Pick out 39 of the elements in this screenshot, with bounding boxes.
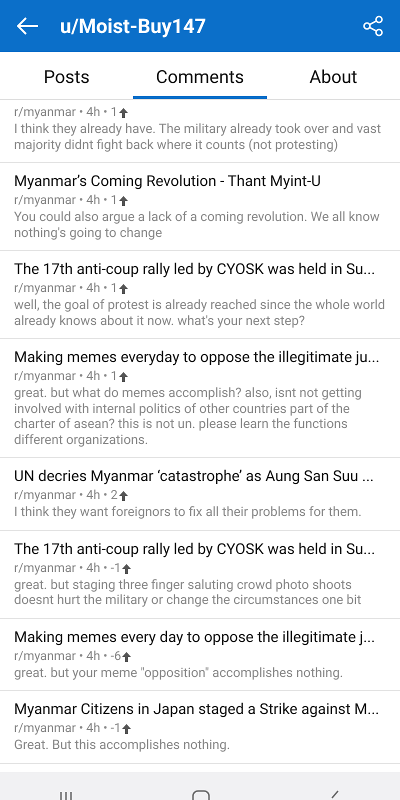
tab[interactable]: Posts bbox=[0, 52, 134, 99]
comment-body: You could also argue a lack of a coming revolution. We all know nothing's going to change bbox=[14, 210, 381, 241]
upvote-icon bbox=[118, 108, 128, 118]
comment-meta: r/myanmar • 4h • 1 bbox=[14, 192, 118, 210]
back-nav-icon[interactable] bbox=[328, 790, 341, 800]
home-icon[interactable] bbox=[192, 790, 210, 800]
post-title[interactable]: Myanmar’s Coming Revolution - Thant Myint-U bbox=[14, 171, 386, 192]
comment-meta: r/myanmar • 4h • -6 bbox=[14, 648, 122, 666]
upvote-icon bbox=[118, 372, 128, 382]
comment-body: great. but staging three finger saluting crowd photo shoots doesnt hurt the military or change the circumstances one bit bbox=[14, 578, 362, 608]
comment-meta: r/myanmar • 4h • 2 bbox=[14, 487, 118, 505]
upvote-icon bbox=[118, 284, 128, 294]
comment-meta: r/myanmar • 4h • -1 bbox=[14, 560, 122, 578]
share-icon[interactable] bbox=[362, 15, 384, 37]
comment-body: well, the goal of protest is already reached since the whole world already knows about it now. what's your next step? bbox=[14, 298, 386, 329]
post-title[interactable]: Making memes every day to oppose the illegitimate j... bbox=[14, 626, 386, 648]
post-title[interactable]: UN decries Myanmar ‘catastrophe’ as Aung San Suu ... bbox=[14, 466, 386, 487]
tab[interactable]: About bbox=[266, 52, 400, 99]
upvote-icon bbox=[122, 564, 132, 574]
comment-body: I think they already have. The military already took over and vast majority didnt fight back where it counts (not protesting) bbox=[14, 122, 382, 153]
tab[interactable]: Comments bbox=[133, 52, 267, 99]
username-title: u/Moist-Buy147 bbox=[60, 13, 208, 40]
comment-meta: r/myanmar • 4h • 1 bbox=[14, 368, 118, 386]
post-title[interactable]: Making memes everyday to oppose the illegitimate ju... bbox=[14, 347, 386, 368]
upvote-icon bbox=[122, 724, 132, 734]
post-title[interactable]: The 17th anti-coup rally led by CYOSK was held in Su... bbox=[14, 538, 386, 560]
recent-apps-icon[interactable] bbox=[59, 790, 74, 800]
comment-meta: r/myanmar • 4h • 1 bbox=[14, 280, 118, 298]
comment-meta: r/myanmar • 4h • -1 bbox=[14, 720, 122, 738]
comment-body: great. but your meme "opposition" accomplishes nothing. bbox=[14, 666, 344, 681]
upvote-icon bbox=[118, 196, 128, 206]
post-title[interactable]: Myanmar Citizens in Japan staged a Strike against M... bbox=[14, 699, 386, 720]
post-title[interactable]: The 17th anti-coup rally led by CYOSK was held in Su... bbox=[14, 259, 386, 280]
comment-body: Great. But this accomplishes nothing. bbox=[14, 738, 232, 754]
comment-body: great. but what do memes accomplish? also, isnt not getting involved with internal politics of other countries part of the charter of asean? this is not un. please learn the functions different organizations. bbox=[14, 386, 363, 448]
upvote-icon bbox=[118, 491, 128, 501]
comment-meta: r/myanmar • 4h • 1 bbox=[14, 104, 118, 122]
upvote-icon bbox=[122, 652, 132, 662]
comment-body: I think they want foreignors to fix all their problems for them. bbox=[14, 505, 363, 520]
